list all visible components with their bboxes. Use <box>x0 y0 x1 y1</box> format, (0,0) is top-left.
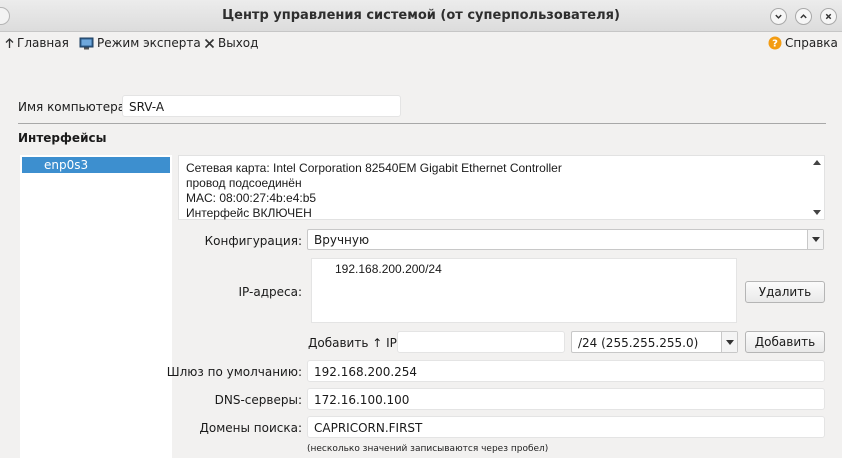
config-value: Вручную <box>314 233 370 247</box>
delete-button[interactable]: Удалить <box>745 281 825 303</box>
separator <box>18 123 826 124</box>
help-label: Справка <box>785 36 838 50</box>
search-domains-label: Домены поиска: <box>199 421 302 435</box>
gateway-label: Шлюз по умолчанию: <box>166 365 302 379</box>
help-icon: ? <box>768 36 782 50</box>
search-domains-hint: (несколько значений записываются через п… <box>307 444 549 454</box>
scroll-down-arrow-icon[interactable] <box>813 210 821 215</box>
info-scrollbar[interactable] <box>810 156 824 219</box>
ip-addresses-label: IP-адреса: <box>238 285 303 299</box>
dns-label: DNS-серверы: <box>214 393 302 407</box>
maximize-button[interactable] <box>795 8 812 25</box>
computer-name-label: Имя компьютера: <box>18 100 130 114</box>
config-select[interactable]: Вручную <box>307 229 824 250</box>
home-label: Главная <box>17 36 69 50</box>
dropdown-arrow-icon[interactable] <box>807 230 823 249</box>
info-line: Сетевая карта: Intel Corporation 82540EM… <box>186 161 562 175</box>
exit-x-icon <box>204 38 215 48</box>
minimize-button[interactable] <box>770 8 787 25</box>
scroll-up-arrow-icon[interactable] <box>813 160 821 165</box>
add-button[interactable]: Добавить <box>745 331 825 353</box>
expert-mode-button[interactable]: Режим эксперта <box>79 36 201 50</box>
gateway-input[interactable]: 192.168.200.254 <box>307 360 825 382</box>
toolbar: Главная Режим эксперта Выход ? Справка <box>0 32 842 54</box>
interfaces-title: Интерфейсы <box>18 131 107 145</box>
exit-label: Выход <box>218 36 259 50</box>
add-ip-label: Добавить ↑ IP: <box>308 336 401 350</box>
svg-text:?: ? <box>772 39 778 50</box>
search-domains-input[interactable]: CAPRICORN.FIRST <box>307 416 825 438</box>
ip-addresses-list[interactable]: 192.168.200.200/24 <box>311 258 737 323</box>
chevron-up-icon <box>800 14 807 19</box>
info-line: провод подсоединён <box>186 176 302 190</box>
monitor-icon <box>79 37 94 49</box>
computer-name-input[interactable]: SRV-A <box>122 95 401 117</box>
interface-item-enp0s3[interactable]: enp0s3 <box>22 157 170 173</box>
dns-input[interactable]: 172.16.100.100 <box>307 388 825 410</box>
close-icon <box>825 13 832 20</box>
close-button[interactable] <box>820 8 837 25</box>
chevron-down-icon <box>775 14 782 19</box>
info-line: MAC: 08:00:27:4b:e4:b5 <box>186 191 317 205</box>
window-title: Центр управления системой (от суперпольз… <box>222 8 620 23</box>
netmask-value: /24 (255.255.255.0) <box>578 336 699 350</box>
exit-button[interactable]: Выход <box>204 36 258 50</box>
info-line: Интерфейс ВКЛЮЧЕН <box>186 206 312 220</box>
home-button[interactable]: Главная <box>5 36 69 50</box>
ip-address-item[interactable]: 192.168.200.200/24 <box>335 262 442 276</box>
title-bar: Центр управления системой (от суперпольз… <box>0 0 842 32</box>
netmask-select[interactable]: /24 (255.255.255.0) <box>571 331 738 353</box>
expert-mode-label: Режим эксперта <box>97 36 201 50</box>
config-label: Конфигурация: <box>204 234 302 248</box>
add-ip-input[interactable] <box>397 331 565 353</box>
arrow-up-icon <box>5 37 14 48</box>
dropdown-arrow-icon[interactable] <box>721 332 737 352</box>
interface-info-box: Сетевая карта: Intel Corporation 82540EM… <box>178 155 825 220</box>
interfaces-list[interactable]: enp0s3 <box>20 155 172 458</box>
help-button[interactable]: ? Справка <box>768 36 838 50</box>
